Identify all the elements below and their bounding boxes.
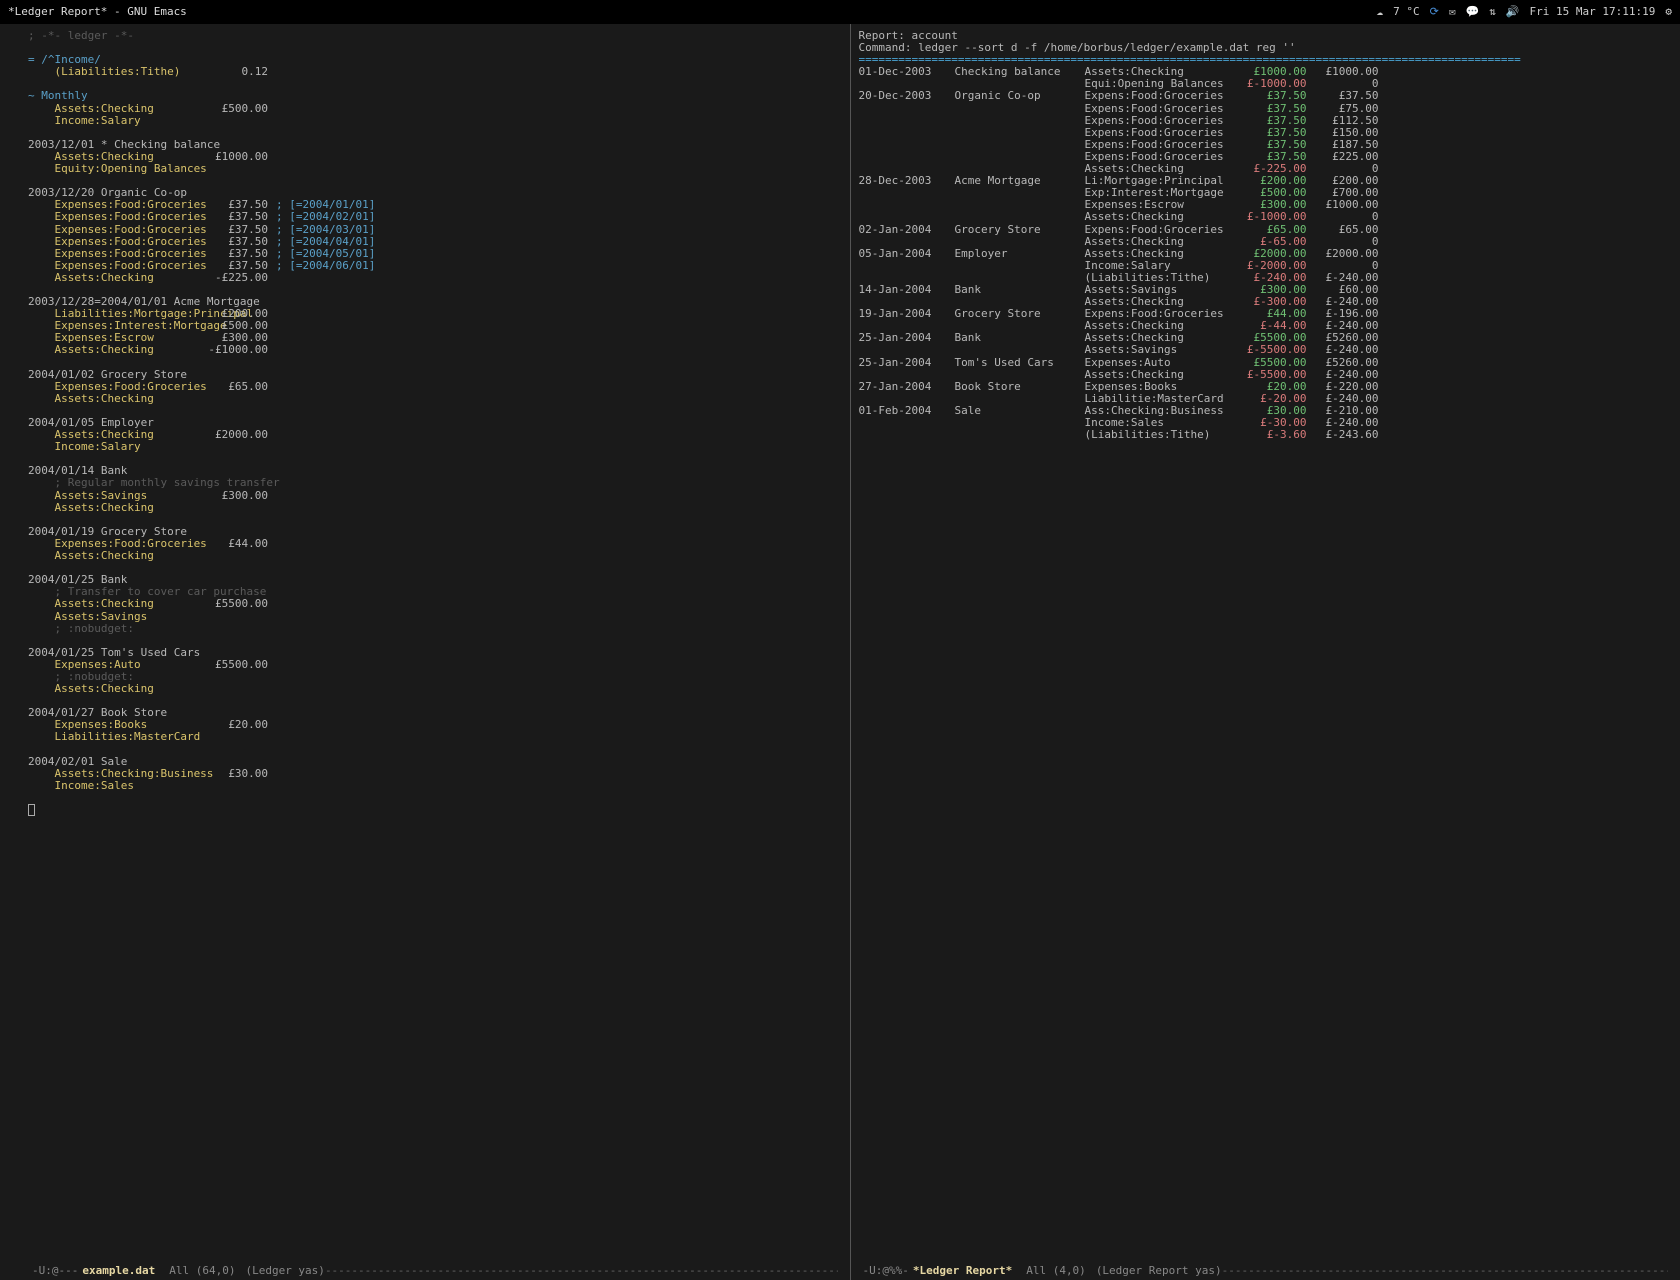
transaction-header[interactable]: 2004/01/27 Book Store [28,707,842,719]
register-row[interactable]: 20-Dec-2003Organic Co-opExpens:Food:Groc… [859,90,1673,102]
network-icon[interactable]: ⇅ [1489,6,1496,18]
modeline-prefix: -U:@%%- [863,1265,909,1277]
weather-icon[interactable]: ☁ [1377,6,1384,18]
transaction-header[interactable]: 2004/01/02 Grocery Store [28,369,842,381]
posting-line[interactable]: Assets:Checking [28,683,842,695]
posting-line[interactable]: Assets:Savings [28,611,842,623]
register-row[interactable]: 27-Jan-2004Book StoreExpenses:Books£20.0… [859,381,1673,393]
posting-line[interactable]: Assets:Checking [28,550,842,562]
window-title: *Ledger Report* - GNU Emacs [8,6,1377,18]
mail-icon[interactable]: ✉ [1449,6,1456,18]
modeline-buffer-name: example.dat [82,1265,155,1277]
register-row[interactable]: (Liabilities:Tithe)£-3.60£-243.60 [859,429,1673,441]
clock-text: Fri 15 Mar 17:11:19 [1530,6,1656,18]
chat-icon[interactable]: 💬 [1466,6,1480,18]
ledger-source-buffer[interactable]: ; -*- ledger -*-= /^Income/ (Liabilities… [28,30,842,1262]
posting-line[interactable]: Income:Salary [28,115,842,127]
modeline-buffer-name: *Ledger Report* [913,1265,1012,1277]
register-row[interactable]: 05-Jan-2004EmployerAssets:Checking£2000.… [859,248,1673,260]
register-row[interactable]: Expens:Food:Groceries£37.50£112.50 [859,115,1673,127]
left-window[interactable]: ; -*- ledger -*-= /^Income/ (Liabilities… [0,24,850,1280]
volume-icon[interactable]: 🔊 [1506,6,1520,18]
posting-line[interactable]: Equity:Opening Balances [28,163,842,175]
posting-line[interactable]: Expenses:Food:Groceries£37.50; [=2004/02… [28,211,842,223]
posting-line[interactable]: Income:Salary [28,441,842,453]
register-row[interactable]: Assets:Checking£-65.000 [859,236,1673,248]
register-row[interactable]: Expens:Food:Groceries£37.50£187.50 [859,139,1673,151]
modeline-position: All (4,0) [1026,1265,1086,1277]
weather-text: 7 °C [1393,6,1420,18]
modeline-mode: (Ledger Report yas) [1096,1265,1222,1277]
modeline-prefix: -U:@--- [32,1265,78,1277]
modeline-dashes: ----------------------------------------… [325,1265,838,1277]
emacs-frame: ; -*- ledger -*-= /^Income/ (Liabilities… [0,24,1680,1280]
posting-line[interactable]: Assets:Checking£500.00 [28,103,842,115]
register-row[interactable]: Assets:Checking£-1000.000 [859,211,1673,223]
posting-line[interactable]: Assets:Checking [28,502,842,514]
refresh-icon[interactable]: ⟳ [1430,6,1439,18]
register-row[interactable]: 25-Jan-2004Tom's Used CarsExpenses:Auto£… [859,357,1673,369]
modeline-mode: (Ledger yas) [245,1265,324,1277]
posting-line[interactable]: Income:Sales [28,780,842,792]
ledger-report-buffer[interactable]: Report: accountCommand: ledger --sort d … [859,30,1673,1262]
modeline-dashes: ----------------------------------------… [1222,1265,1668,1277]
posting-line[interactable]: Assets:Checking£2000.00 [28,429,842,441]
register-row[interactable]: Expens:Food:Groceries£37.50£150.00 [859,127,1673,139]
right-modeline: -U:@%%- *Ledger Report* All (4,0) (Ledge… [859,1262,1673,1280]
posting-line[interactable]: Assets:Checking-£1000.00 [28,344,842,356]
register-row[interactable]: Assets:Checking£-5500.00£-240.00 [859,369,1673,381]
top-panel: *Ledger Report* - GNU Emacs ☁ 7 °C ⟳ ✉ 💬… [0,0,1680,24]
modeline-position: All (64,0) [169,1265,235,1277]
posting-line[interactable]: Assets:Checking£5500.00 [28,598,842,610]
left-modeline: -U:@--- example.dat All (64,0) (Ledger y… [28,1262,842,1280]
register-row[interactable]: Income:Sales£-30.00£-240.00 [859,417,1673,429]
posting-line[interactable]: Assets:Checking:Business£30.00 [28,768,842,780]
posting-line[interactable]: Assets:Savings£300.00 [28,490,842,502]
transaction-header[interactable]: 2004/02/01 Sale [28,756,842,768]
text-cursor [28,804,35,816]
register-row[interactable]: 02-Jan-2004Grocery StoreExpens:Food:Groc… [859,224,1673,236]
settings-gear-icon[interactable]: ⚙ [1665,6,1672,18]
posting-line[interactable]: (Liabilities:Tithe)0.12 [28,66,842,78]
system-tray: ☁ 7 °C ⟳ ✉ 💬 ⇅ 🔊 Fri 15 Mar 17:11:19 ⚙ [1377,6,1672,18]
posting-line[interactable]: Expenses:Food:Groceries£37.50; [=2004/04… [28,236,842,248]
posting-line[interactable]: Expenses:Food:Groceries£37.50; [=2004/03… [28,224,842,236]
posting-line[interactable]: Expenses:Auto£5500.00 [28,659,842,671]
register-row[interactable]: Assets:Savings£-5500.00£-240.00 [859,344,1673,356]
right-window[interactable]: Report: accountCommand: ledger --sort d … [850,24,1680,1280]
posting-line[interactable]: Assets:Checking-£225.00 [28,272,842,284]
posting-line[interactable]: Liabilities:MasterCard [28,731,842,743]
posting-line[interactable]: Assets:Checking [28,393,842,405]
register-row[interactable]: Expens:Food:Groceries£37.50£75.00 [859,103,1673,115]
posting-line[interactable]: Expenses:Food:Groceries£37.50; [=2004/05… [28,248,842,260]
transaction-header[interactable]: 2004/01/25 Tom's Used Cars [28,647,842,659]
posting-line[interactable]: Expenses:Food:Groceries£65.00 [28,381,842,393]
